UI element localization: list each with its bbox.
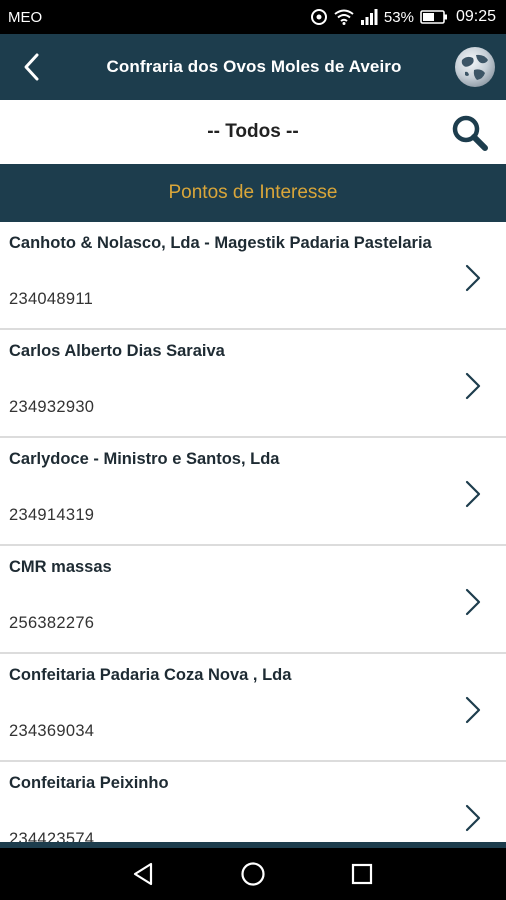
- wifi-icon: [334, 9, 354, 25]
- filter-dropdown[interactable]: -- Todos --: [207, 121, 298, 143]
- status-icons: 53% 09:25: [310, 8, 496, 26]
- filter-bar: -- Todos --: [0, 100, 506, 164]
- search-button[interactable]: [450, 113, 490, 153]
- battery-icon: [420, 10, 448, 24]
- sync-icon: [310, 8, 328, 26]
- chevron-right-icon: [465, 480, 481, 508]
- list-item[interactable]: Carlydoce - Ministro e Santos, Lda 23491…: [0, 438, 506, 546]
- battery-percent: 53%: [383, 8, 414, 26]
- nav-back-icon: [134, 862, 153, 886]
- back-button[interactable]: [0, 34, 64, 100]
- nav-back-button[interactable]: [124, 854, 164, 894]
- carrier-label: MEO: [8, 8, 43, 26]
- item-phone: 234048911: [9, 290, 94, 308]
- item-phone: 234369034: [9, 722, 95, 740]
- item-phone: 234914319: [9, 506, 95, 524]
- back-icon: [24, 53, 39, 81]
- chevron-right-icon: [465, 696, 481, 724]
- list-item[interactable]: Carlos Alberto Dias Saraiva 234932930: [0, 330, 506, 438]
- chevron-right-icon: [465, 588, 481, 616]
- item-name: Confeitaria Padaria Coza Nova , Lda: [9, 666, 292, 684]
- globe-icon: [455, 47, 495, 87]
- item-name: Canhoto & Nolasco, Lda - Magestik Padari…: [9, 234, 432, 252]
- list-item[interactable]: Confeitaria Peixinho 234423574: [0, 762, 506, 844]
- chevron-right-icon: [465, 264, 481, 292]
- app-title: Confraria dos Ovos Moles de Aveiro: [106, 57, 402, 76]
- list-item[interactable]: CMR massas 256382276: [0, 546, 506, 654]
- item-name: Carlos Alberto Dias Saraiva: [9, 342, 225, 360]
- status-bar: MEO 53% 09:25: [0, 0, 506, 34]
- recents-icon: [351, 863, 372, 885]
- item-name: CMR massas: [9, 558, 112, 576]
- app-bar: Confraria dos Ovos Moles de Aveiro: [0, 34, 506, 100]
- list-item[interactable]: Canhoto & Nolasco, Lda - Magestik Padari…: [0, 222, 506, 330]
- system-nav-bar: [0, 848, 506, 900]
- search-icon: [452, 115, 488, 151]
- item-name: Confeitaria Peixinho: [9, 774, 169, 792]
- signal-icon: [360, 9, 378, 25]
- item-phone: 234932930: [9, 398, 95, 416]
- list-item[interactable]: Confeitaria Padaria Coza Nova , Lda 2343…: [0, 654, 506, 762]
- chevron-right-icon: [465, 804, 481, 832]
- points-of-interest-list[interactable]: Canhoto & Nolasco, Lda - Magestik Padari…: [0, 222, 506, 844]
- section-header: Pontos de Interesse: [0, 164, 506, 222]
- home-button[interactable]: [233, 854, 273, 894]
- globe-button[interactable]: [444, 34, 506, 100]
- chevron-right-icon: [465, 372, 481, 400]
- home-icon: [241, 862, 265, 886]
- section-title: Pontos de Interesse: [168, 182, 338, 203]
- recents-button[interactable]: [342, 854, 382, 894]
- item-name: Carlydoce - Ministro e Santos, Lda: [9, 450, 280, 468]
- clock: 09:25: [455, 8, 496, 25]
- item-phone: 256382276: [9, 614, 95, 632]
